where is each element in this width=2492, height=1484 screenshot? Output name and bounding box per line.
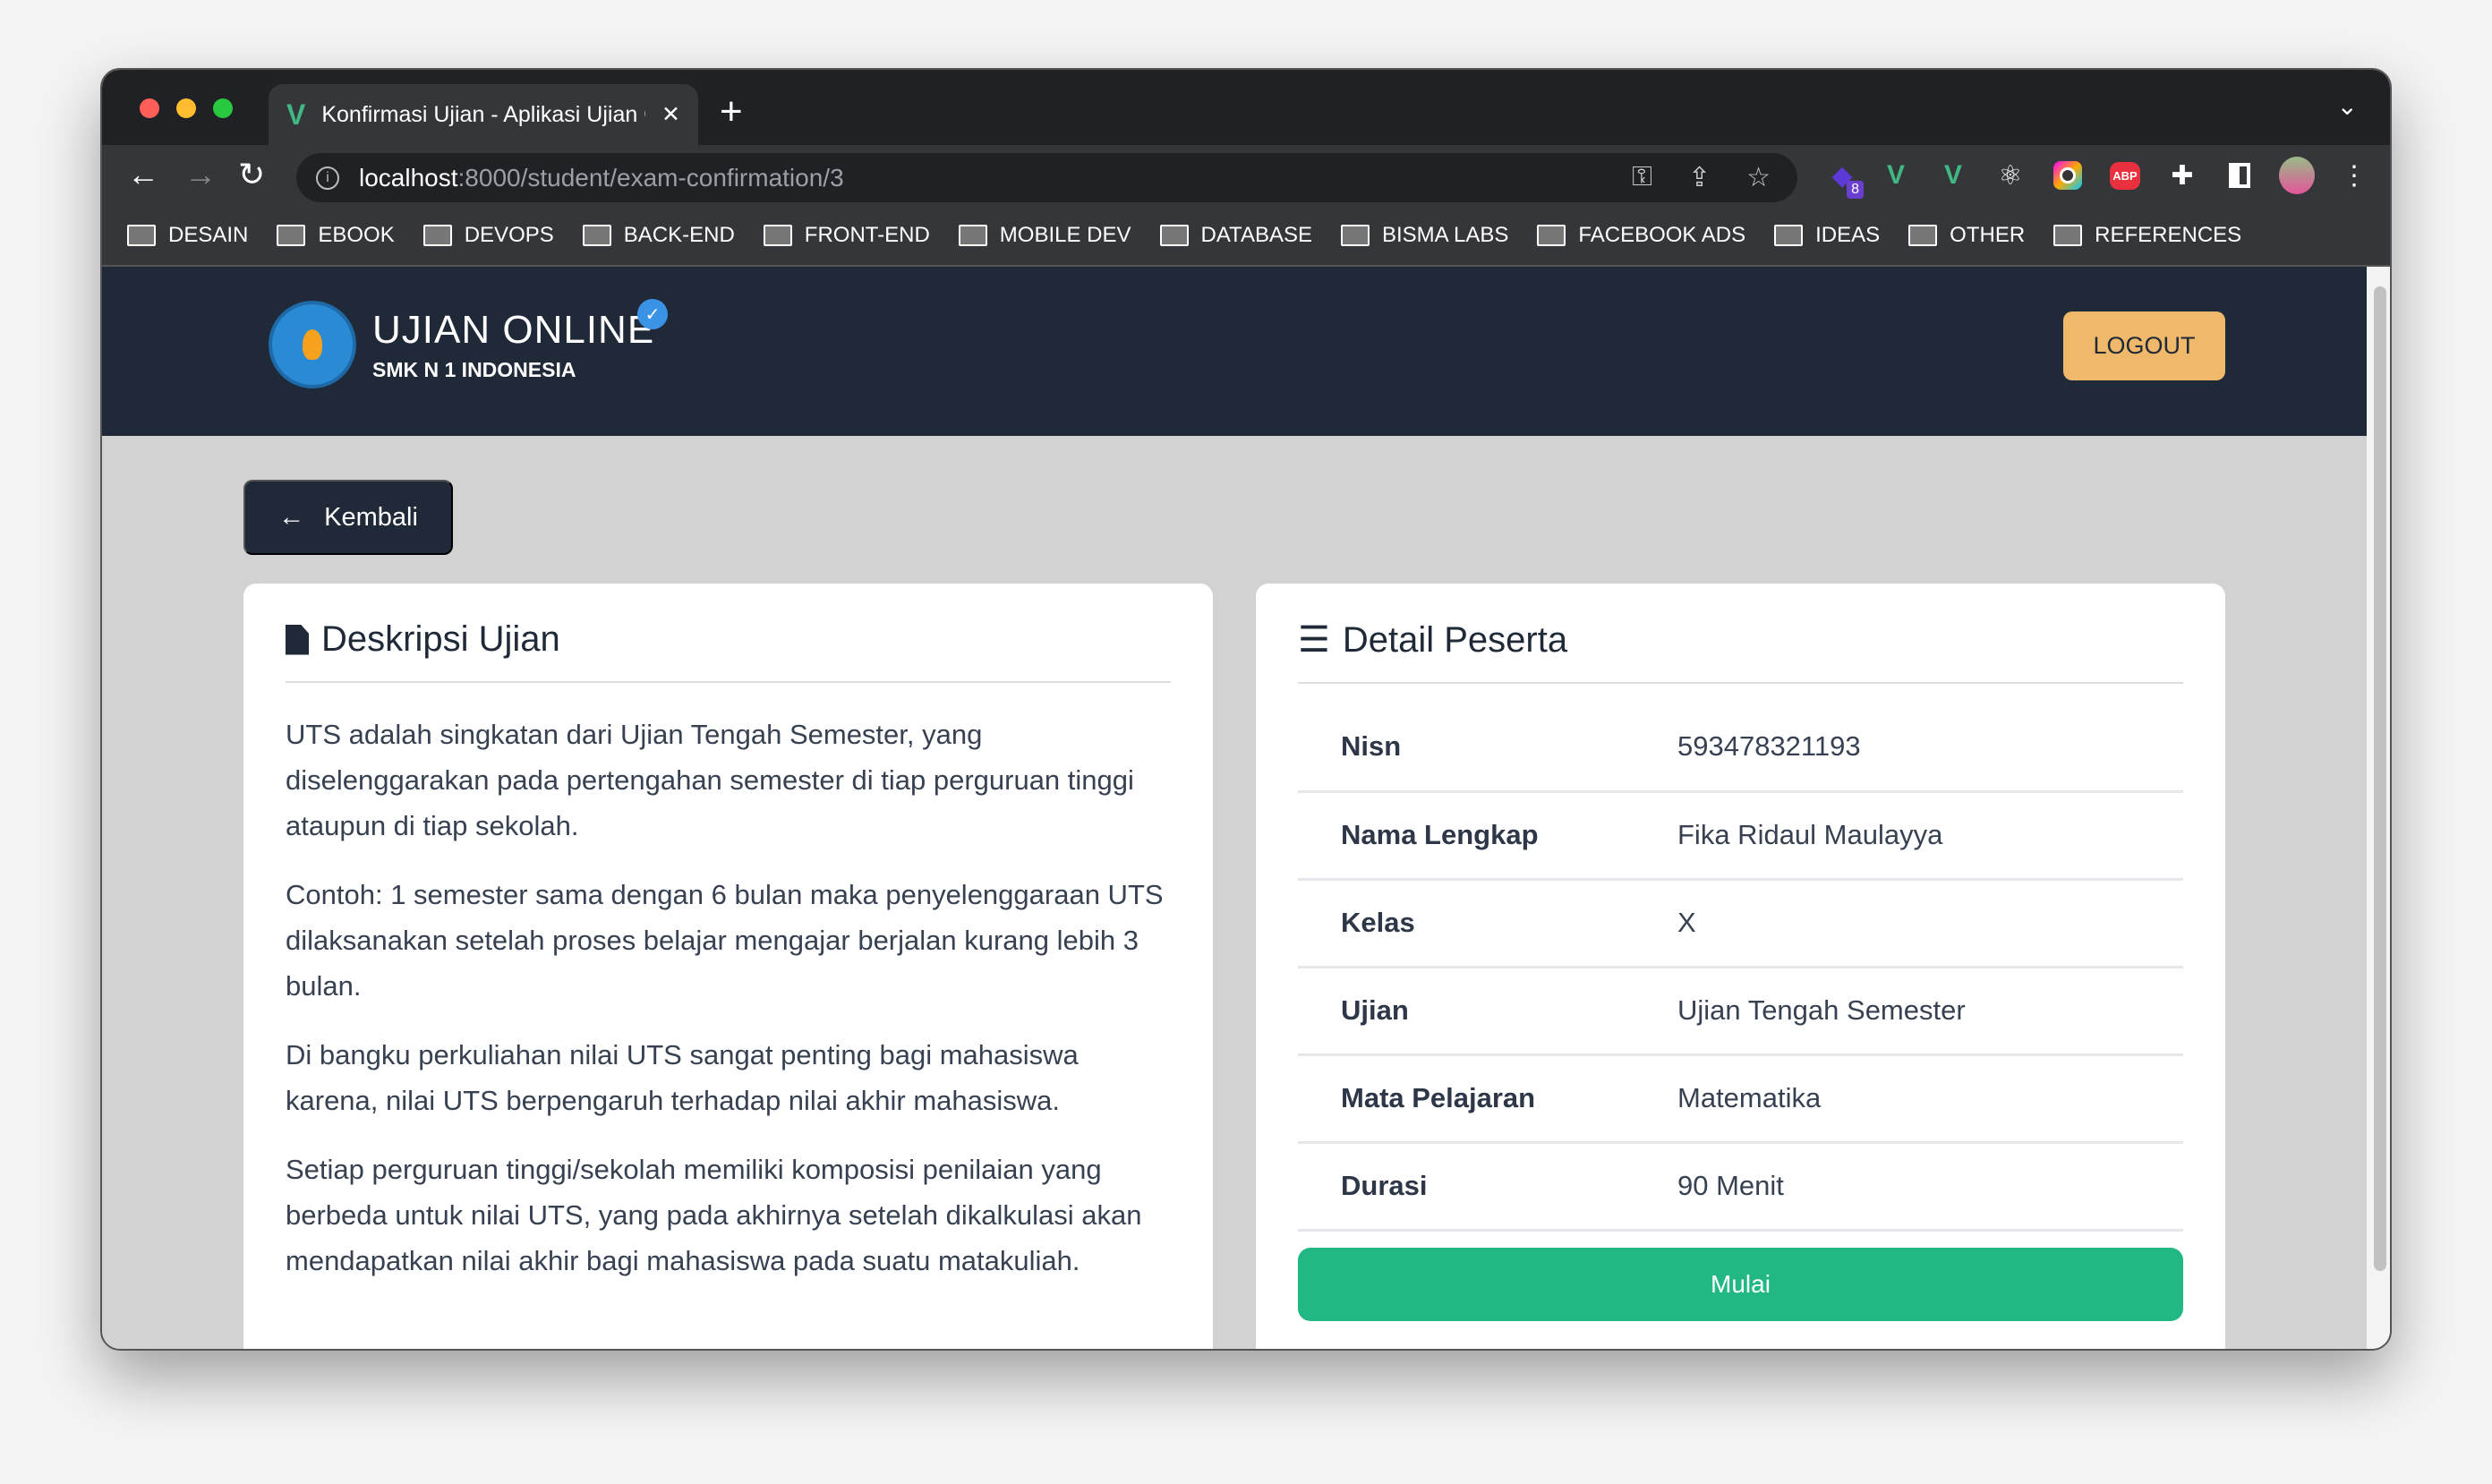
bookmark-folder[interactable]: IDEAS (1774, 223, 1880, 248)
share-icon[interactable]: ⇪ (1688, 162, 1711, 193)
profile-avatar[interactable] (2279, 157, 2315, 194)
react-devtools-icon[interactable]: ⚛ (1993, 158, 2028, 193)
page-content: UJIAN ONLINE SMK N 1 INDONESIA ✓ LOGOUT … (102, 267, 2367, 1349)
address-bar[interactable]: i localhost :8000/student/exam-confirmat… (296, 153, 1797, 202)
table-row: Nisn 593478321193 (1298, 704, 2183, 793)
folder-icon (582, 225, 611, 246)
bookmark-star-icon[interactable]: ☆ (1746, 162, 1771, 193)
folder-icon (1340, 225, 1370, 246)
url-path: :8000/student/exam-confirmation/3 (457, 163, 844, 192)
back-label: Kembali (324, 502, 418, 532)
browser-menu-icon[interactable]: ⋮ (2336, 158, 2372, 193)
participant-detail-card: ☰ Detail Peserta Nisn 593478321193 Nama Le… (1256, 584, 2225, 1349)
card-title: Deskripsi Ujian (321, 619, 560, 659)
folder-icon (1908, 225, 1938, 246)
new-tab-button[interactable]: + (720, 90, 743, 134)
table-row: Durasi 90 Menit (1298, 1142, 2183, 1232)
folder-icon (763, 225, 792, 246)
school-name: SMK N 1 INDONESIA (372, 358, 576, 381)
tab-search-chevron-icon[interactable]: ⌄ (2337, 91, 2358, 121)
app-header: UJIAN ONLINE SMK N 1 INDONESIA ✓ LOGOUT (102, 267, 2367, 436)
vue-devtools-icon[interactable]: V (1878, 158, 1914, 193)
description-paragraph: Contoh: 1 semester sama dengan 6 bulan m… (286, 879, 1164, 1002)
description-paragraph: UTS adalah singkatan dari Ujian Tengah S… (286, 719, 1134, 841)
table-row: Mata Pelajaran Matematika (1298, 1054, 2183, 1144)
description-paragraph: Setiap perguruan tinggi/sekolah memiliki… (286, 1154, 1142, 1276)
browser-window: V Konfirmasi Ujian - Aplikasi Ujian Onli… (100, 68, 2392, 1351)
participant-table: Nisn 593478321193 Nama Lengkap Fika Ridaul… (1298, 704, 2183, 1232)
file-icon (286, 624, 309, 655)
verified-badge-icon: ✓ (637, 299, 668, 329)
extension-layers-icon[interactable]: ◆ 8 (1824, 158, 1864, 199)
forward-nav-icon[interactable]: → (184, 156, 217, 193)
exam-description-card: Deskripsi Ujian UTS adalah singkatan dar… (243, 584, 1213, 1349)
tab-title: Konfirmasi Ujian - Aplikasi Ujian Online (321, 101, 645, 127)
bookmark-folder[interactable]: FRONT-END (763, 223, 930, 248)
bookmark-folder[interactable]: EBOOK (277, 223, 395, 248)
bookmark-folder[interactable]: DEVOPS (422, 223, 554, 248)
site-info-icon[interactable]: i (316, 166, 339, 190)
folder-icon (958, 225, 987, 246)
tut-wuri-handayani-logo (269, 301, 356, 388)
bookmark-folder[interactable]: BACK-END (582, 223, 735, 248)
bookmark-folder[interactable]: OTHER (1908, 223, 2025, 248)
arrow-left-icon: ← (278, 502, 305, 532)
close-tab-icon[interactable]: ✕ (661, 101, 680, 128)
camera-extension-icon[interactable] (2050, 158, 2086, 193)
start-exam-button[interactable]: Mulai (1298, 1247, 2183, 1321)
bookmark-folder[interactable]: DATABASE (1159, 223, 1312, 248)
adblock-icon[interactable]: ABP (2107, 158, 2143, 193)
back-button[interactable]: ← Kembali (243, 480, 453, 555)
table-row: Nama Lengkap Fika Ridaul Maulayya (1298, 791, 2183, 881)
vue-favicon-icon: V (286, 98, 306, 131)
folder-icon (1774, 225, 1804, 246)
bookmark-folder[interactable]: FACEBOOK ADS (1537, 223, 1745, 248)
key-icon[interactable]: ⚿ (1632, 162, 1652, 193)
folder-icon (1159, 225, 1189, 246)
bookmark-folder[interactable]: MOBILE DEV (958, 223, 1131, 248)
url-host: localhost (359, 163, 458, 192)
tab-active[interactable]: V Konfirmasi Ujian - Aplikasi Ujian Onli… (269, 84, 698, 145)
extension-badge: 8 (1847, 181, 1864, 199)
table-row: Kelas X (1298, 879, 2183, 968)
bookmark-folder[interactable]: BISMA LABS (1340, 223, 1508, 248)
vue-devtools-icon-2[interactable]: V (1935, 158, 1971, 193)
card-title: Detail Peserta (1342, 619, 1568, 660)
folder-icon (1537, 225, 1566, 246)
logout-button[interactable]: LOGOUT (2063, 311, 2225, 380)
description-paragraph: Di bangku perkuliahan nilai UTS sangat p… (286, 1039, 1079, 1116)
scrollbar[interactable] (2367, 267, 2390, 1349)
minimize-window-button[interactable] (176, 98, 196, 118)
back-nav-icon[interactable]: ← (127, 156, 159, 193)
close-window-button[interactable] (140, 98, 159, 118)
bookmark-folder[interactable]: DESAIN (127, 223, 248, 248)
scrollbar-thumb[interactable] (2374, 286, 2386, 1271)
app-title: UJIAN ONLINE (372, 308, 655, 352)
bookmarks-bar: DESAIN EBOOK DEVOPS BACK-END FRONT-END M… (102, 206, 2390, 267)
toolbar: ← → ↻ i localhost :8000/student/exam-con… (102, 145, 2390, 206)
folder-icon (127, 225, 156, 246)
folder-icon (2053, 225, 2083, 246)
reload-icon[interactable]: ↻ (238, 156, 265, 193)
maximize-window-button[interactable] (213, 98, 233, 118)
extensions-puzzle-icon[interactable]: ✚ (2164, 158, 2200, 193)
table-row: Ujian Ujian Tengah Semester (1298, 967, 2183, 1056)
folder-icon (422, 225, 452, 246)
tab-bar: V Konfirmasi Ujian - Aplikasi Ujian Onli… (102, 70, 2390, 145)
bookmark-folder[interactable]: REFERENCES (2053, 223, 2241, 248)
folder-icon (277, 225, 306, 246)
list-icon: ☰ (1298, 620, 1330, 660)
side-panel-icon[interactable] (2222, 158, 2257, 193)
